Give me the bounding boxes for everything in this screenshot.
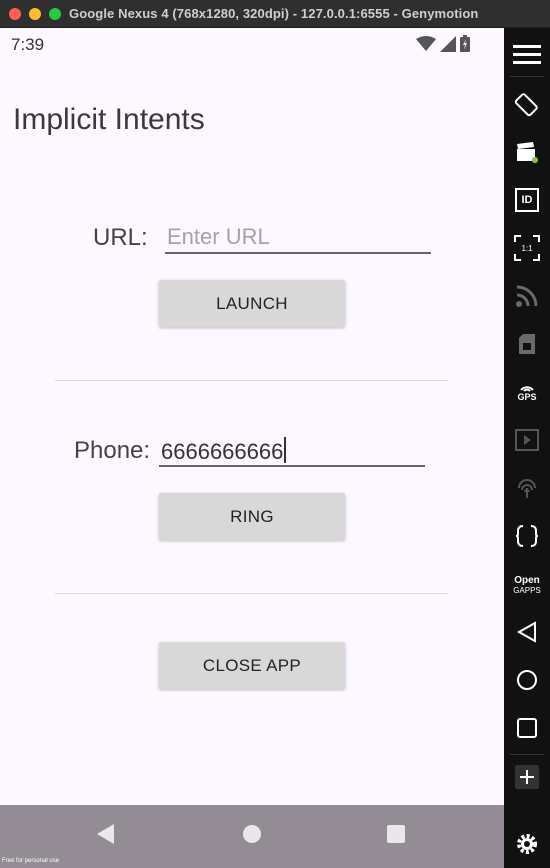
close-window-button[interactable] [9, 8, 21, 20]
nav-back-icon[interactable] [96, 823, 116, 850]
device-screen: 7:39 Implicit Intents URL: Enter URL LAU… [0, 28, 504, 868]
gps-label: GPS [517, 392, 537, 402]
sim-icon[interactable] [504, 330, 550, 358]
close-app-button[interactable]: CLOSE APP [159, 642, 345, 689]
status-clock: 7:39 [11, 35, 45, 54]
url-label: URL: [93, 224, 148, 251]
minimize-window-button[interactable] [29, 8, 41, 20]
zoom-window-button[interactable] [49, 8, 61, 20]
genymotion-toolbar: ID 1:1 GPS Open GAPPS [504, 28, 550, 868]
nav-recents-icon[interactable] [386, 823, 406, 850]
wifi-icon [416, 35, 436, 52]
camera-icon[interactable] [504, 138, 550, 166]
phone-value: 6666666666 [161, 439, 284, 464]
cell-signal-icon [440, 35, 456, 52]
recents-icon[interactable] [504, 714, 550, 742]
battery-icon [460, 35, 470, 52]
volume-up-icon[interactable] [504, 764, 550, 790]
android-navbar [0, 805, 504, 868]
url-placeholder: Enter URL [167, 224, 270, 249]
launch-button[interactable]: LAUNCH [159, 280, 345, 327]
window-title: Google Nexus 4 (768x1280, 320dpi) - 127.… [69, 6, 479, 21]
page-title: Implicit Intents [13, 103, 205, 136]
status-bar: 7:39 [0, 28, 504, 62]
menu-icon[interactable] [504, 42, 550, 66]
settings-icon[interactable] [504, 830, 550, 858]
device-id-icon[interactable]: ID [504, 186, 550, 214]
divider [55, 380, 448, 381]
home-icon[interactable] [504, 666, 550, 694]
device-id-label: ID [521, 194, 533, 206]
opengapps-icon[interactable]: Open GAPPS [504, 570, 550, 600]
fingerprint-icon[interactable] [504, 474, 550, 502]
gapps-label-gapps: GAPPS [513, 586, 541, 595]
back-icon[interactable] [504, 618, 550, 646]
watermark: Free for personal use [2, 858, 60, 864]
nav-home-icon[interactable] [242, 823, 262, 850]
ring-button[interactable]: RING [159, 493, 345, 540]
divider [55, 593, 448, 594]
ratio-label: 1:1 [521, 243, 533, 253]
pixel-perfect-icon[interactable]: 1:1 [504, 234, 550, 262]
network-icon[interactable] [504, 282, 550, 310]
media-icon[interactable] [504, 426, 550, 454]
capture-icon[interactable] [504, 522, 550, 550]
rotate-icon[interactable] [504, 90, 550, 118]
window-titlebar: Google Nexus 4 (768x1280, 320dpi) - 127.… [0, 0, 550, 28]
phone-input[interactable]: 6666666666 [159, 437, 425, 467]
url-input[interactable]: Enter URL [165, 224, 431, 254]
genymotion-window: Google Nexus 4 (768x1280, 320dpi) - 127.… [0, 0, 550, 868]
gapps-label-open: Open [514, 575, 540, 586]
text-cursor [284, 437, 287, 463]
phone-label: Phone: [74, 437, 151, 464]
gps-icon[interactable]: GPS [504, 378, 550, 406]
